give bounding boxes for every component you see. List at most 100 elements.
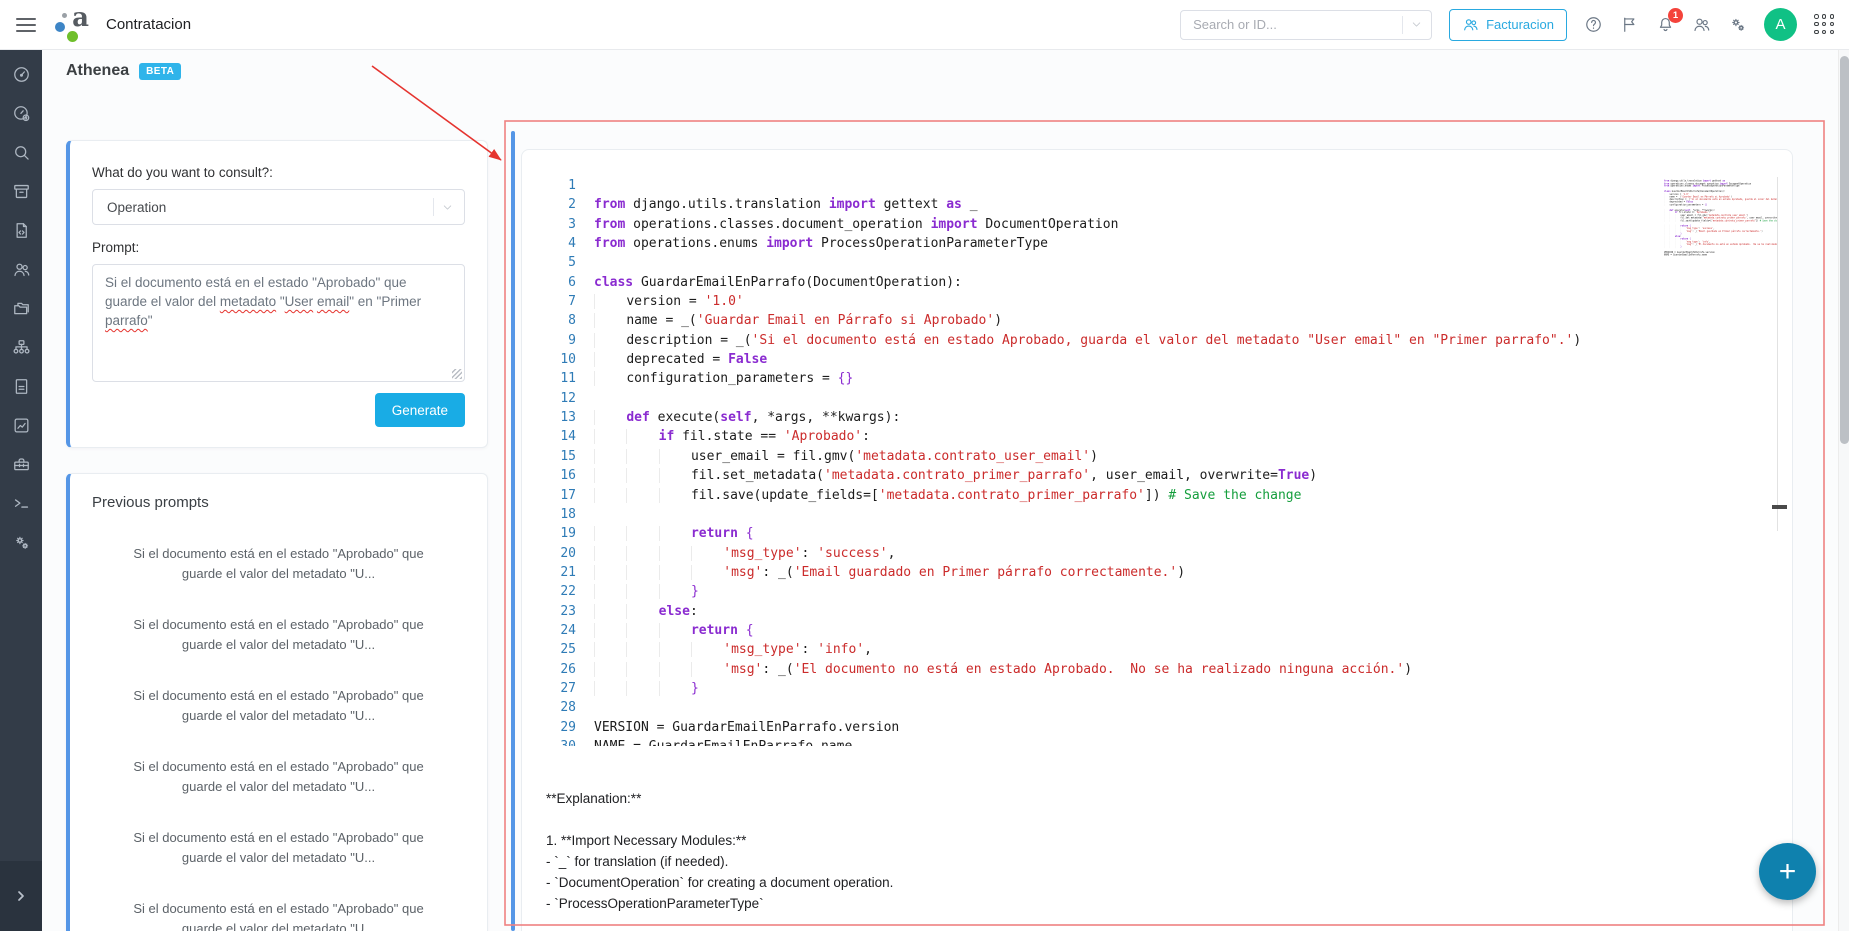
code-minimap-content: from django.utils.translation import get… [1664,177,1777,256]
search-icon[interactable] [12,143,31,162]
global-search [1180,10,1432,40]
code-line: 3from operations.classes.document_operat… [536,215,1786,234]
logo-letter: a [72,4,89,33]
line-number: 24 [536,621,576,640]
line-number: 29 [536,718,576,737]
search-input[interactable] [1193,17,1398,32]
code-line: 30NAME = GuardarEmailEnParrafo.name [536,737,1786,746]
chevron-down-icon[interactable] [1410,18,1423,31]
prompt-text: " en "Primer [349,294,421,309]
avatar[interactable]: A [1764,8,1797,41]
settings-gears-icon[interactable] [12,533,31,552]
code-line: 23 else: [536,602,1786,621]
line-number: 2 [536,195,576,214]
code-line: NAME = GuardarEmailEnParrafo.name [1664,254,1777,257]
sidebar-expand-button[interactable] [0,861,42,931]
help-icon[interactable] [1584,15,1603,34]
line-number: 22 [536,582,576,601]
line-number: 6 [536,273,576,292]
code-line: 22 } [536,582,1786,601]
misspelled-word: metadato [220,294,276,309]
code-line: 11 configuration_parameters = {} [536,369,1786,388]
select-divider [433,198,434,216]
explanation-line: - `_` for translation (if needed). [546,851,893,872]
menu-icon[interactable] [16,18,36,32]
previous-prompt-item[interactable]: Si el documento está en el estado "Aprob… [111,686,447,726]
code-line: 27 } [536,679,1786,698]
code-line: 8 name = _('Guardar Email en Párrafo si … [536,311,1786,330]
app-title: Contratacion [106,16,191,33]
code-minimap[interactable]: from django.utils.translation import get… [1664,177,1777,269]
chart-icon[interactable] [12,416,31,435]
line-number: 17 [536,486,576,505]
code-line: 16 fil.set_metadata('metadata.contrato_p… [536,466,1786,485]
code-line: 25 'msg_type': 'info', [536,640,1786,659]
previous-prompt-item[interactable]: Si el documento está en el estado "Aprob… [111,828,447,868]
terminal-icon[interactable] [12,494,31,513]
line-number: 16 [536,466,576,485]
prompt-label: Prompt: [92,240,465,255]
misspelled-word: email [317,294,349,309]
document-icon[interactable] [12,377,31,396]
logo-dot-gray [62,13,67,18]
dashboard-icon[interactable] [12,65,31,84]
code-line: 18 [536,505,1786,524]
folders-icon[interactable] [12,299,31,318]
add-button[interactable]: + [1759,843,1816,900]
explanation-line [546,914,893,931]
people-icon[interactable] [1692,15,1711,34]
bell-icon[interactable]: 1 [1656,15,1675,34]
line-number: 7 [536,292,576,311]
previous-prompt-item[interactable]: Si el documento está en el estado "Aprob… [111,615,447,655]
line-number: 23 [536,602,576,621]
facturacion-button[interactable]: Facturacion [1449,9,1567,41]
line-number: 9 [536,331,576,350]
apps-grid-icon[interactable] [1814,14,1835,35]
flag-icon[interactable] [1620,15,1639,34]
previous-prompt-item[interactable]: Si el documento está en el estado "Aprob… [111,544,447,584]
previous-prompt-item[interactable]: Si el documento está en el estado "Aprob… [111,757,447,797]
consult-type-select[interactable]: Operation [92,189,465,225]
metrics-icon[interactable] [12,104,31,123]
explanation-text: **Explanation:**1. **Import Necessary Mo… [546,788,893,931]
search-divider [1402,16,1403,34]
generated-code-block[interactable]: 1 2from django.utils.translation import … [536,164,1786,746]
code-line: 29VERSION = GuardarEmailEnParrafo.versio… [536,718,1786,737]
explanation-line: 1. **Import Necessary Modules:** [546,830,893,851]
scrollbar-thumb[interactable] [1840,56,1849,444]
code-line: 6class GuardarEmailEnParrafo(DocumentOpe… [536,273,1786,292]
response-card: 1 2from django.utils.translation import … [521,149,1793,931]
code-line: 13 def execute(self, *args, **kwargs): [536,408,1786,427]
beta-badge: BETA [139,63,181,80]
scrollbar-handle[interactable] [1772,505,1787,509]
code-line: 1 [536,176,1786,195]
archive-icon[interactable] [12,182,31,201]
file-code-icon[interactable] [12,221,31,240]
sitemap-icon[interactable] [12,338,31,357]
line-number: 28 [536,698,576,717]
code-line: 17 fil.save(update_fields=['metadata.con… [536,486,1786,505]
users-icon[interactable] [12,260,31,279]
prompt-text: " [276,294,285,309]
toolbox-icon[interactable] [12,455,31,474]
line-number: 13 [536,408,576,427]
explanation-line: - `ProcessOperationParameterType` [546,893,893,914]
line-number: 21 [536,563,576,582]
prompt-textarea[interactable]: Si el documento está en el estado "Aprob… [92,264,465,382]
code-line: 26 'msg': _('El documento no está en est… [536,660,1786,679]
line-number: 26 [536,660,576,679]
explanation-line [546,809,893,830]
previous-prompts-title: Previous prompts [92,494,465,511]
code-line: fil.save(update_fields=['metadata.contra… [1664,219,1777,222]
code-line: 9 description = _('Si el documento está … [536,331,1786,350]
prompt-text: " [148,313,153,328]
chevron-right-icon [13,888,29,904]
app-logo[interactable]: a [54,6,90,44]
generate-button[interactable]: Generate [375,393,465,427]
page-scrollbar[interactable] [1838,50,1849,931]
code-line: 2from django.utils.translation import ge… [536,195,1786,214]
code-right-edge [1777,177,1778,531]
settings-gears-icon[interactable] [1728,15,1747,34]
code-line: 12 [536,389,1786,408]
previous-prompt-item[interactable]: Si el documento está en el estado "Aprob… [111,899,447,931]
